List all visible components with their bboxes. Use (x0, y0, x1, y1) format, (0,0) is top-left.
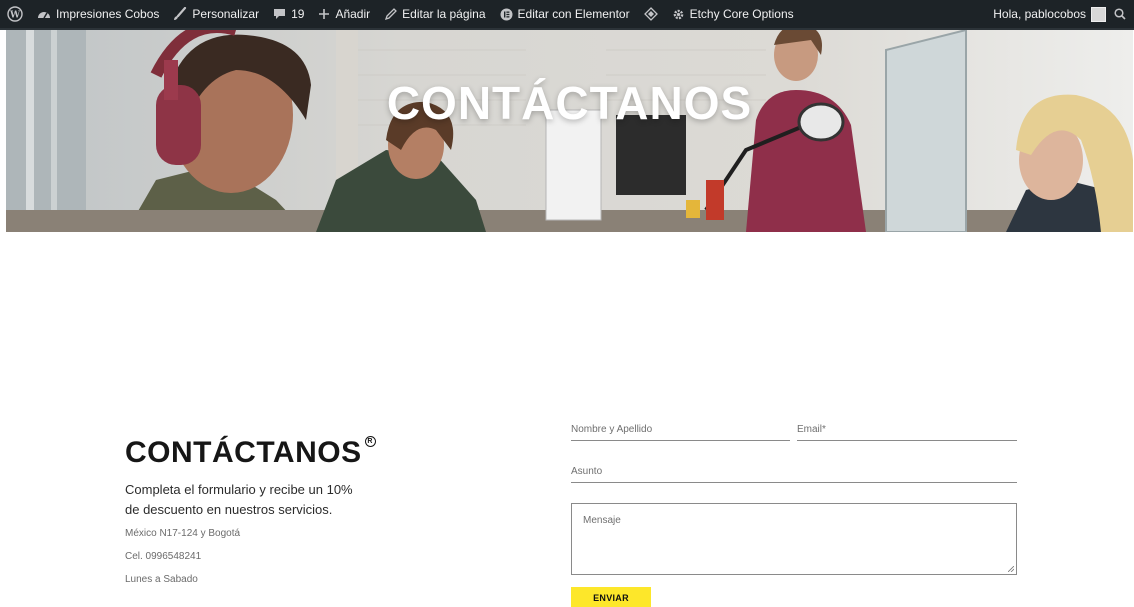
wordpress-icon: W (7, 6, 23, 22)
comments-count: 19 (291, 7, 305, 21)
add-new-label: Añadir (335, 7, 371, 21)
registered-mark-icon: R (364, 436, 376, 447)
edit-page-menu[interactable]: Editar la página (377, 0, 492, 29)
user-account-menu[interactable]: Hola, pablocobos (986, 0, 1110, 29)
name-placeholder: Nombre y Apellido (571, 424, 653, 435)
site-name-label: Impresiones Cobos (56, 7, 160, 21)
elementor-icon (500, 8, 513, 21)
gear-icon (672, 8, 685, 21)
dashboard-icon (37, 8, 51, 20)
etchy-options-menu[interactable]: Etchy Core Options (665, 0, 801, 29)
search-icon (1114, 8, 1126, 20)
diamond-icon (643, 7, 658, 21)
contact-hours: Lunes a Sabado (125, 574, 198, 585)
contact-heading: CONTÁCTANOS R (125, 436, 376, 470)
contact-address: México N17-124 y Bogotá (125, 528, 241, 539)
contact-phone: Cel. 0996548241 (125, 551, 202, 562)
hero-banner: CONTÁCTANOS (6, 30, 1133, 232)
comments-menu[interactable]: 19 (266, 0, 311, 29)
submit-label: ENVIAR (593, 593, 629, 603)
customize-label: Personalizar (192, 7, 260, 21)
message-placeholder: Mensaje (583, 515, 621, 526)
email-placeholder: Email* (797, 424, 826, 435)
edit-elementor-label: Editar con Elementor (517, 7, 630, 21)
customize-menu[interactable]: Personalizar (166, 0, 266, 29)
submit-button[interactable]: ENVIAR (571, 587, 651, 607)
add-new-menu[interactable]: Añadir (311, 0, 377, 29)
etchy-options-label: Etchy Core Options (689, 7, 794, 21)
hero-background-image (6, 30, 1133, 232)
svg-text:W: W (9, 11, 21, 21)
edit-elementor-menu[interactable]: Editar con Elementor (493, 0, 637, 29)
brush-icon (173, 7, 187, 21)
edit-page-label: Editar la página (402, 7, 486, 21)
message-textarea[interactable]: Mensaje (571, 503, 1017, 575)
subject-input[interactable]: Asunto (571, 466, 1017, 483)
email-input[interactable]: Email* (797, 424, 1017, 441)
admin-search-button[interactable] (1110, 0, 1134, 29)
subject-placeholder: Asunto (571, 466, 603, 477)
greeting-label: Hola, pablocobos (993, 7, 1086, 21)
diamond-menu[interactable] (637, 0, 665, 29)
comment-icon (273, 8, 286, 20)
site-name-menu[interactable]: Impresiones Cobos (30, 0, 166, 29)
avatar (1091, 6, 1106, 22)
name-input[interactable]: Nombre y Apellido (571, 424, 790, 441)
hero-title: CONTÁCTANOS (386, 77, 753, 129)
wordpress-logo-menu[interactable]: W (0, 0, 30, 29)
resize-handle-icon[interactable] (1008, 566, 1014, 572)
admin-bar: W Impresiones Cobos Personalizar 19 Añad… (0, 0, 1134, 30)
contact-heading-text: CONTÁCTANOS (125, 436, 362, 469)
plus-icon (318, 8, 330, 20)
pencil-icon (384, 7, 398, 21)
contact-lead-text: Completa el formulario y recibe un 10% d… (125, 482, 353, 517)
